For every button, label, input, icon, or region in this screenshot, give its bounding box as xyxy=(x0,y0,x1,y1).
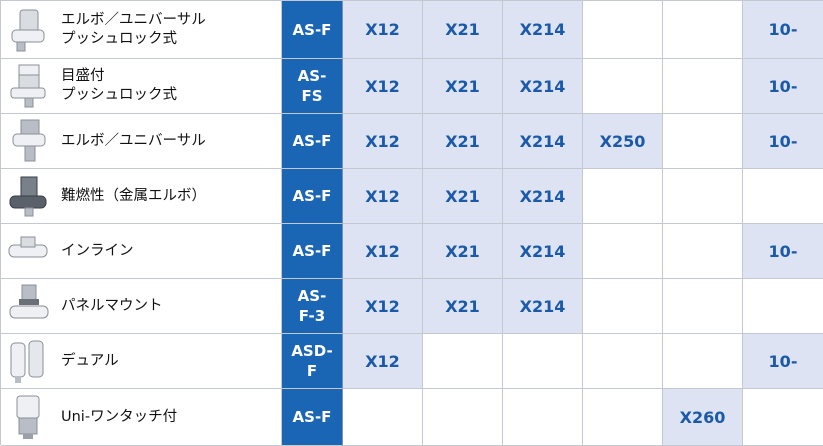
empty-option-cell xyxy=(583,279,663,334)
option-code-cell: 10- xyxy=(743,59,823,114)
empty-option-cell xyxy=(663,224,743,279)
option-code-cell: 10- xyxy=(743,1,823,59)
series-code-cell: AS- FS xyxy=(282,59,343,114)
series-code-cell: AS-F xyxy=(282,224,343,279)
series-code-cell: ASD- F xyxy=(282,334,343,389)
option-code-cell: X21 xyxy=(423,224,503,279)
empty-option-cell xyxy=(743,389,823,446)
elbow-universal-fitting-icon xyxy=(7,117,49,165)
panel-mount-fitting-icon xyxy=(7,282,49,330)
option-code-cell: X21 xyxy=(423,169,503,224)
empty-option-cell xyxy=(583,224,663,279)
option-code-cell: X260 xyxy=(663,389,743,446)
product-name-cell: 目盛付 プッシュロック式 xyxy=(1,59,282,114)
product-name-label: エルボ／ユニバーサル xyxy=(61,132,206,149)
option-code-cell: X21 xyxy=(423,279,503,334)
empty-option-cell xyxy=(583,59,663,114)
product-name-label: エルボ／ユニバーサル プッシュロック式 xyxy=(61,11,206,47)
series-code-cell: AS-F xyxy=(282,169,343,224)
product-name-cell: エルボ／ユニバーサル プッシュロック式 xyxy=(1,1,282,59)
option-code-cell: X12 xyxy=(343,59,423,114)
option-code-cell: X12 xyxy=(343,114,423,169)
empty-option-cell xyxy=(663,1,743,59)
elbow-universal-push-lock-fitting-icon xyxy=(7,6,49,54)
empty-option-cell xyxy=(503,334,583,389)
option-code-cell: X12 xyxy=(343,334,423,389)
empty-option-cell xyxy=(503,389,583,446)
empty-option-cell xyxy=(423,334,503,389)
inline-fitting-icon xyxy=(7,227,49,275)
dual-fitting-icon xyxy=(7,337,49,385)
option-code-cell: X250 xyxy=(583,114,663,169)
scaled-push-lock-fitting-icon xyxy=(7,62,49,110)
series-code-cell: AS-F xyxy=(282,1,343,59)
product-name-label: パネルマウント xyxy=(61,297,163,314)
option-code-cell: X12 xyxy=(343,279,423,334)
option-code-cell: X214 xyxy=(503,224,583,279)
option-code-cell: X21 xyxy=(423,1,503,59)
product-name-cell: エルボ／ユニバーサル xyxy=(1,114,282,169)
empty-option-cell xyxy=(583,334,663,389)
option-code-cell: 10- xyxy=(743,114,823,169)
option-code-cell: X214 xyxy=(503,1,583,59)
empty-option-cell xyxy=(663,334,743,389)
empty-option-cell xyxy=(583,389,663,446)
empty-option-cell xyxy=(343,389,423,446)
empty-option-cell xyxy=(743,169,823,224)
product-name-cell: インライン xyxy=(1,224,282,279)
option-code-cell: X214 xyxy=(503,279,583,334)
product-name-cell: パネルマウント xyxy=(1,279,282,334)
product-name-label: 難燃性（金属エルボ） xyxy=(61,187,206,204)
series-code-cell: AS- F-3 xyxy=(282,279,343,334)
option-code-cell: X21 xyxy=(423,59,503,114)
product-name-cell: Uni-ワンタッチ付 xyxy=(1,389,282,446)
product-name-label: 目盛付 プッシュロック式 xyxy=(61,68,177,103)
empty-option-cell xyxy=(423,389,503,446)
flame-resistant-metal-elbow-icon xyxy=(7,172,49,220)
option-code-cell: 10- xyxy=(743,334,823,389)
option-code-cell: X12 xyxy=(343,169,423,224)
series-code-cell: AS-F xyxy=(282,114,343,169)
product-name-cell: 難燃性（金属エルボ） xyxy=(1,169,282,224)
empty-option-cell xyxy=(663,59,743,114)
product-name-cell: デュアル xyxy=(1,334,282,389)
option-code-cell: X21 xyxy=(423,114,503,169)
option-code-cell: X214 xyxy=(503,169,583,224)
empty-option-cell xyxy=(743,279,823,334)
empty-option-cell xyxy=(583,1,663,59)
option-code-cell: X12 xyxy=(343,224,423,279)
option-code-cell: 10- xyxy=(743,224,823,279)
empty-option-cell xyxy=(663,114,743,169)
option-code-cell: X12 xyxy=(343,1,423,59)
empty-option-cell xyxy=(663,279,743,334)
option-code-cell: X214 xyxy=(503,59,583,114)
empty-option-cell xyxy=(583,169,663,224)
product-name-label: インライン xyxy=(61,242,134,259)
series-code-cell: AS-F xyxy=(282,389,343,446)
empty-option-cell xyxy=(663,169,743,224)
option-code-cell: X214 xyxy=(503,114,583,169)
option-matrix-table: エルボ／ユニバーサル プッシュロック式 AS-F X12 X21 X214 10- 目盛付… xyxy=(0,0,823,446)
product-name-label: Uni-ワンタッチ付 xyxy=(61,408,178,425)
uni-one-touch-fitting-icon xyxy=(7,393,49,441)
product-name-label: デュアル xyxy=(61,352,119,369)
